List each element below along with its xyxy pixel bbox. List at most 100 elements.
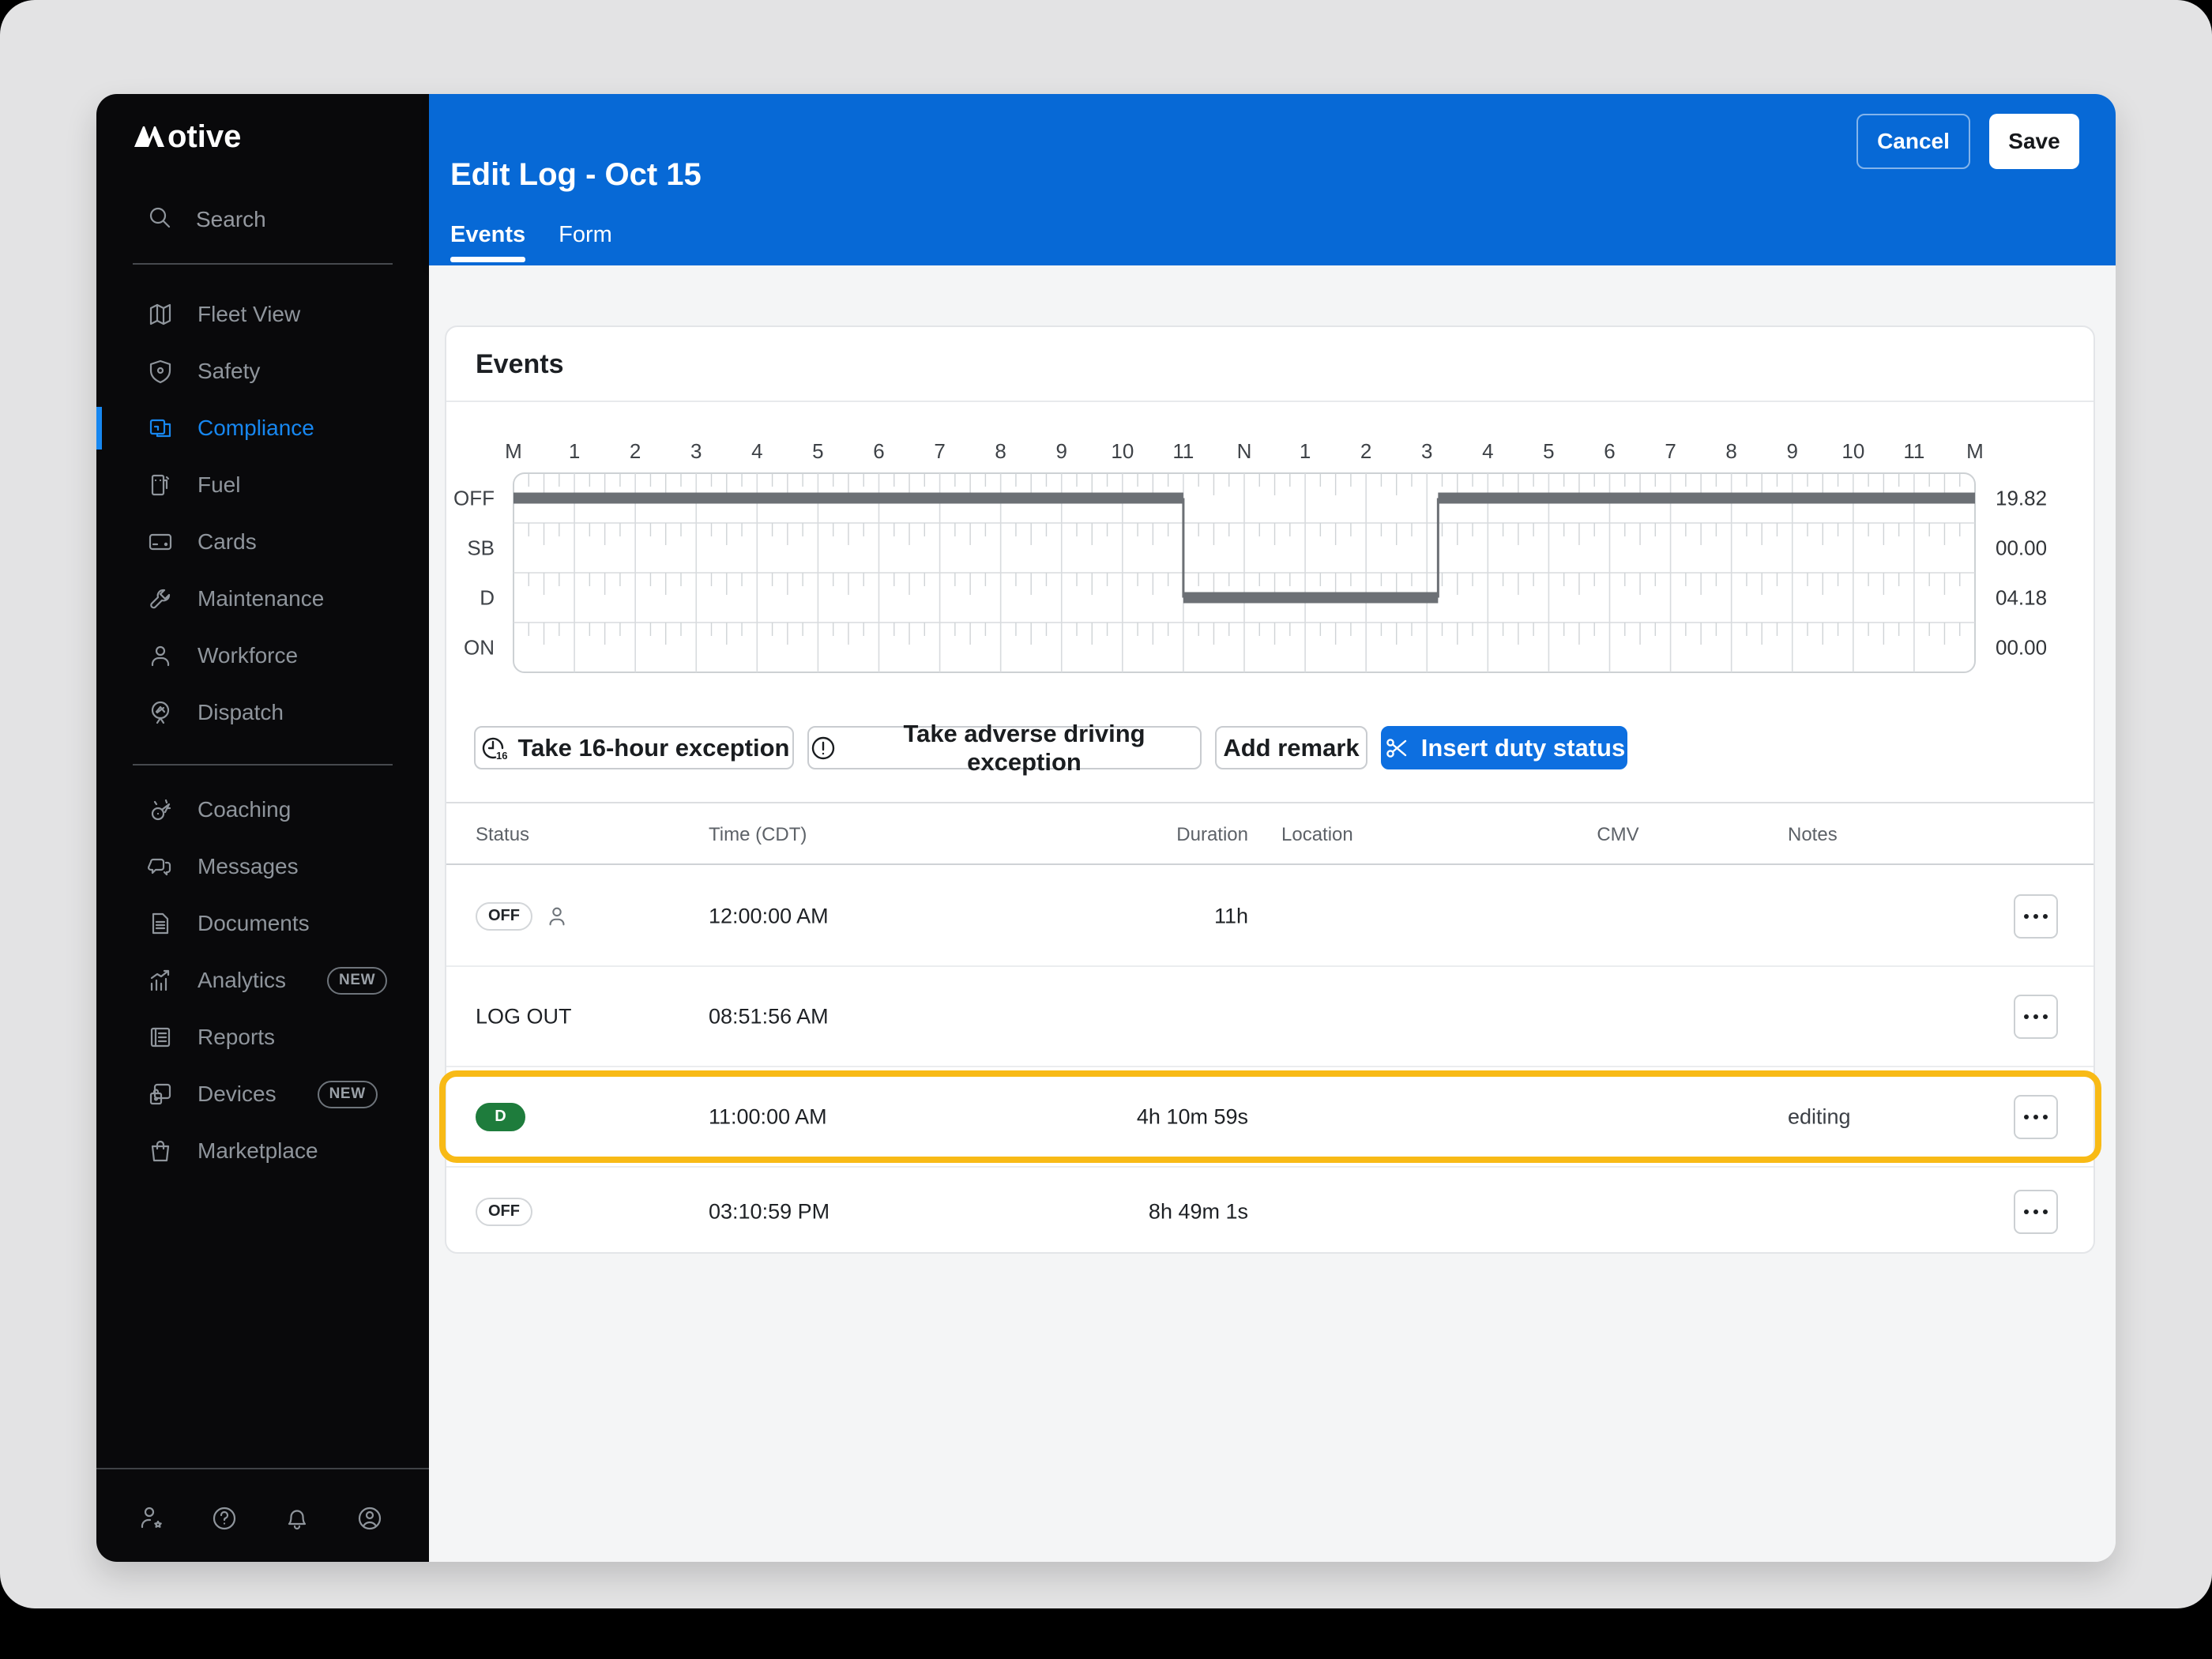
take-adverse-driving-exception-button[interactable]: Take adverse driving exception: [807, 726, 1202, 769]
events-table-header: Status Time (CDT) Duration Location CMV …: [446, 802, 2094, 865]
sidebar-item-label: Compliance: [198, 416, 314, 441]
sidebar-item-safety[interactable]: Safety: [96, 343, 429, 400]
sidebar-item-label: Workforce: [198, 643, 298, 668]
svg-text:11: 11: [1903, 439, 1924, 463]
row-menu-button[interactable]: [2014, 1190, 2058, 1234]
save-button[interactable]: Save: [1989, 114, 2079, 169]
alert-circle-icon: [809, 734, 837, 762]
admin-settings-icon[interactable]: [136, 1503, 167, 1534]
device-icon: [147, 1081, 174, 1108]
table-row-off-midnight[interactable]: OFF 12:00:00 AM 11h: [446, 867, 2094, 967]
svg-text:6: 6: [1604, 439, 1615, 463]
svg-text:11: 11: [1172, 439, 1194, 463]
search-icon: [147, 205, 172, 235]
svg-text:1: 1: [1300, 439, 1311, 463]
svg-text:otive: otive: [167, 119, 241, 154]
row-menu-button[interactable]: [2014, 995, 2058, 1039]
fuel-pump-icon: [147, 472, 174, 498]
time-cell: 11:00:00 AM: [709, 1104, 827, 1129]
cancel-button[interactable]: Cancel: [1856, 114, 1970, 169]
duration-cell: 4h 10m 59s: [999, 1104, 1248, 1129]
whistle-icon: [147, 796, 174, 823]
svg-text:4: 4: [1482, 439, 1493, 463]
driver-person-icon: [545, 905, 569, 928]
sidebar-item-fuel[interactable]: Fuel: [96, 457, 429, 514]
status-cell: OFF: [476, 1198, 532, 1226]
sidebar-item-marketplace[interactable]: Marketplace: [96, 1123, 429, 1179]
svg-text:5: 5: [812, 439, 823, 463]
logo-m-glyph: [134, 126, 164, 147]
svg-text:3: 3: [690, 439, 702, 463]
sidebar-nav-secondary: Coaching Messages Documents: [96, 781, 429, 1179]
status-cell: D: [476, 1103, 525, 1131]
svg-text:M: M: [505, 439, 522, 463]
log-actions: 16 Take 16-hour exception Take adverse d…: [474, 726, 1627, 769]
main-content: Events M1234567891011N1234567891011MOFFS…: [429, 265, 2116, 1562]
sidebar-item-label: Fuel: [198, 472, 240, 498]
sidebar-item-reports[interactable]: Reports: [96, 1009, 429, 1066]
tab-events[interactable]: Events: [450, 222, 525, 262]
status-pill-off: OFF: [476, 902, 532, 931]
card-divider: [446, 401, 2094, 402]
col-duration: Duration: [999, 824, 1248, 846]
svg-text:8: 8: [1725, 439, 1736, 463]
report-icon: [147, 1024, 174, 1051]
sidebar-item-cards[interactable]: Cards: [96, 514, 429, 570]
time-cell: 08:51:56 AM: [709, 1004, 829, 1029]
table-row-off-afternoon[interactable]: OFF 03:10:59 PM 8h 49m 1s: [446, 1168, 2094, 1255]
sidebar-item-compliance[interactable]: Compliance: [96, 400, 429, 457]
sidebar-item-analytics[interactable]: Analytics NEW: [96, 952, 429, 1009]
svg-text:8: 8: [995, 439, 1006, 463]
dispatch-pin-icon: [147, 699, 174, 726]
notes-cell: editing: [1788, 1104, 1851, 1129]
take-16-hour-exception-button[interactable]: 16 Take 16-hour exception: [474, 726, 794, 769]
events-card: Events M1234567891011N1234567891011MOFFS…: [445, 325, 2095, 1254]
col-cmv: CMV: [1571, 824, 1665, 846]
status-cell: OFF: [476, 902, 569, 931]
screen: otive Search Fleet View: [0, 0, 2212, 1659]
sidebar-item-fleet-view[interactable]: Fleet View: [96, 286, 429, 343]
sidebar-search[interactable]: Search: [96, 201, 429, 238]
sidebar-item-dispatch[interactable]: Dispatch: [96, 684, 429, 741]
svg-text:7: 7: [934, 439, 945, 463]
account-avatar-icon[interactable]: [354, 1503, 386, 1534]
sidebar-item-messages[interactable]: Messages: [96, 838, 429, 895]
svg-text:16: 16: [496, 750, 507, 762]
row-menu-button[interactable]: [2014, 894, 2058, 939]
sidebar-item-documents[interactable]: Documents: [96, 895, 429, 952]
motive-logo: otive: [133, 118, 267, 156]
shield-icon: [147, 358, 174, 385]
svg-text:19.82: 19.82: [1996, 487, 2047, 510]
events-table-body: OFF 12:00:00 AM 11h LOG OUT: [446, 867, 2094, 1252]
sidebar-item-label: Dispatch: [198, 700, 284, 725]
sidebar-item-workforce[interactable]: Workforce: [96, 627, 429, 684]
duty-status-graph: M1234567891011N1234567891011MOFFSBDON19.…: [446, 436, 2097, 697]
svg-text:9: 9: [1056, 439, 1067, 463]
analytics-chart-icon: [147, 967, 174, 994]
svg-text:5: 5: [1543, 439, 1554, 463]
svg-text:ON: ON: [464, 636, 495, 660]
table-row-log-out[interactable]: LOG OUT 08:51:56 AM: [446, 967, 2094, 1067]
status-cell: LOG OUT: [476, 1004, 572, 1029]
insert-duty-status-label: Insert duty status: [1421, 734, 1625, 762]
insert-duty-status-button[interactable]: Insert duty status: [1381, 726, 1627, 769]
take-adverse-driving-exception-label: Take adverse driving exception: [848, 720, 1200, 777]
svg-text:3: 3: [1421, 439, 1432, 463]
table-row-driving-highlighted[interactable]: D 11:00:00 AM 4h 10m 59s editing: [446, 1067, 2094, 1168]
svg-text:04.18: 04.18: [1996, 586, 2047, 610]
help-icon[interactable]: [209, 1503, 240, 1534]
svg-text:7: 7: [1665, 439, 1676, 463]
sidebar-item-maintenance[interactable]: Maintenance: [96, 570, 429, 627]
row-menu-button[interactable]: [2014, 1095, 2058, 1139]
sidebar-item-label: Documents: [198, 911, 310, 936]
svg-text:9: 9: [1787, 439, 1798, 463]
sidebar-item-coaching[interactable]: Coaching: [96, 781, 429, 838]
add-remark-button[interactable]: Add remark: [1215, 726, 1367, 769]
sidebar-item-devices[interactable]: Devices NEW: [96, 1066, 429, 1123]
notifications-bell-icon[interactable]: [281, 1503, 313, 1534]
compliance-icon: [147, 415, 174, 442]
duration-cell: 11h: [999, 904, 1248, 928]
sidebar-item-label: Cards: [198, 529, 257, 555]
time-cell: 03:10:59 PM: [709, 1199, 830, 1224]
tab-form[interactable]: Form: [559, 222, 612, 262]
